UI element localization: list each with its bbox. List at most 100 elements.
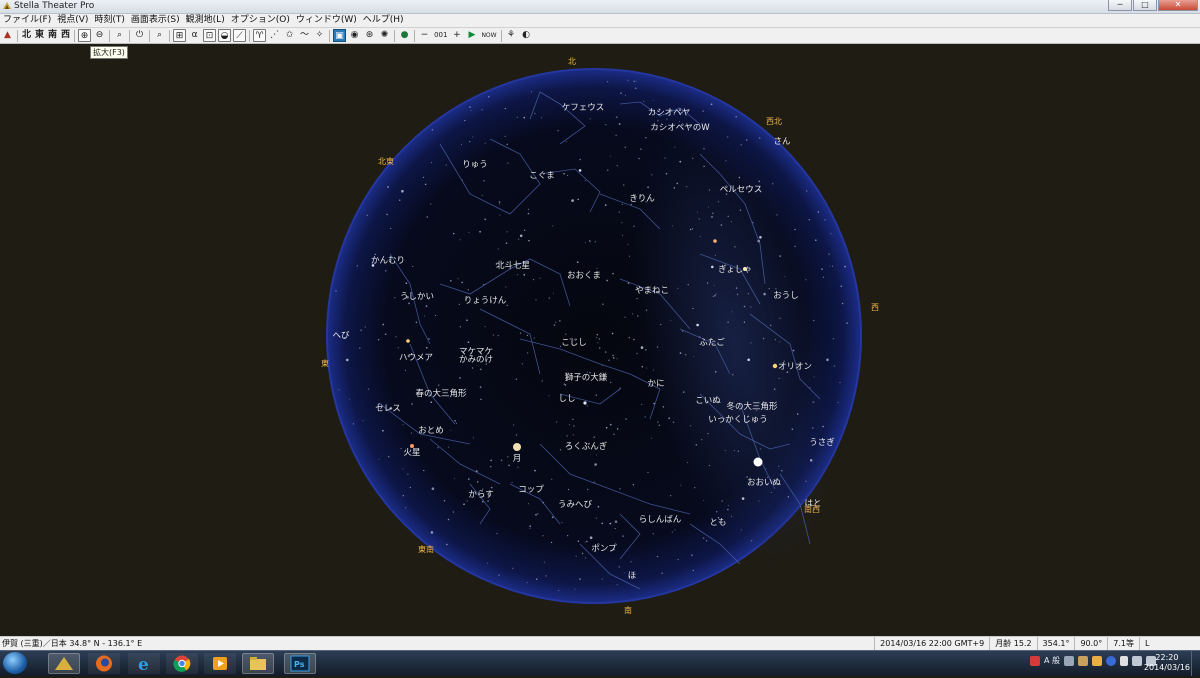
star [605,124,607,126]
deep-sky-icon[interactable]: ⊛ [363,29,376,42]
star [610,155,612,157]
zoom-out-icon[interactable]: ⊖ [93,29,106,42]
milky-way-icon[interactable]: 〜 [298,29,311,42]
star [636,298,638,300]
view-south-button[interactable]: 南 [47,29,58,42]
system-clock[interactable]: 22:20 2014/03/16 [1144,653,1190,673]
tray-app-icon[interactable] [1029,655,1040,666]
star [565,333,567,335]
star [467,341,470,344]
tray-dictionary-icon[interactable] [1092,655,1102,666]
menu-help[interactable]: ヘルプ(H) [360,14,407,27]
tray-network-icon[interactable] [1132,655,1142,666]
star-icon[interactable]: ✩ [283,29,296,42]
view-west-button[interactable]: 西 [60,29,71,42]
constellation-label: ぎょしゃ [718,264,752,275]
power-icon[interactable]: ⏻ [133,29,146,42]
menu-location[interactable]: 観測地(L) [183,14,228,27]
star [759,448,762,450]
compass-direction-label: 南 [624,605,632,615]
star [733,450,735,452]
now-button[interactable]: NOW [480,29,497,42]
menu-window[interactable]: ウィンドウ(W) [293,14,360,27]
ime-indicator[interactable]: A 般 [1044,655,1060,666]
tray-help-icon[interactable] [1106,655,1116,666]
taskbar-chrome[interactable] [166,653,198,674]
star [533,337,535,339]
taskbar-internet-explorer[interactable]: e [128,653,160,675]
menu-time[interactable]: 時刻(T) [91,14,128,27]
constellation-label: からす [468,490,493,500]
view-east-button[interactable]: 東 [34,29,45,42]
step-forward-button[interactable]: + [450,29,463,42]
menu-options[interactable]: オプション(O) [228,14,293,27]
menu-view[interactable]: 視点(V) [54,14,91,27]
close-button[interactable]: ✕ [1158,0,1198,11]
compass-direction-label: 西北 [766,117,782,126]
play-icon[interactable]: ▶ [465,29,478,42]
star [540,116,543,119]
star [579,158,581,161]
start-button[interactable] [3,652,27,674]
menu-display[interactable]: 画面表示(S) [128,14,183,27]
star [459,377,461,379]
observer-icon[interactable]: ▲ [1,29,14,42]
line-icon[interactable]: ⟋ [233,29,247,42]
landscape-icon[interactable]: ▣ [333,29,347,42]
star [367,388,370,390]
moon-phase-icon[interactable]: ◐ [520,29,533,42]
sky-view[interactable]: ケフェウス カシオペヤカシオペヤのW りゅうこぐま さんペルセウスきりんかんむり 北斗七… [0,44,1200,636]
star [486,562,489,564]
taskbar-firefox[interactable] [88,653,120,674]
maximize-button[interactable]: □ [1133,0,1157,11]
earth-icon[interactable]: ● [398,29,411,42]
star [736,293,739,296]
star [573,425,575,427]
toolbar-separator [169,29,171,42]
horizon-icon[interactable]: ◒ [218,29,232,42]
step-back-button[interactable]: − [418,29,431,42]
star [604,204,607,206]
grid-icon[interactable]: ⊡ [203,29,217,42]
search-icon[interactable]: ⌕ [113,29,126,42]
compass-direction-label: 南西 [804,504,820,514]
constellation-lines-icon[interactable]: ⋰ [268,29,281,42]
taskbar-stella-theater[interactable] [48,653,80,674]
star [774,338,777,341]
star [787,496,790,498]
minimize-button[interactable]: ─ [1108,0,1132,11]
find-object-icon[interactable]: ⌕ [153,29,166,42]
star [484,142,486,145]
star [548,395,550,397]
star [679,160,682,163]
tray-settings-icon[interactable] [1064,655,1074,666]
show-desktop-button[interactable] [1191,651,1200,676]
planet-icon[interactable]: ◉ [348,29,361,42]
zoom-in-icon[interactable]: ⊕ [78,29,92,42]
cluster-icon[interactable]: ✺ [378,29,391,42]
constellation-picture-icon[interactable]: ♈ [253,29,267,42]
taskbar-photoshop[interactable]: Ps [284,653,316,674]
alpha-icon[interactable]: α [188,29,201,42]
photoshop-icon: Ps [290,655,310,672]
coordinate-icon[interactable]: ⊞ [173,29,187,42]
constellation-label: いっかくじゅう [708,415,768,425]
star [762,337,765,340]
figure-icon[interactable]: ✧ [313,29,326,42]
taskbar-media-player[interactable] [204,653,236,674]
tray-tools-icon[interactable] [1078,655,1088,666]
star [758,180,761,183]
menu-file[interactable]: ファイル(F) [0,14,54,27]
observation-mode-icon[interactable]: ⚘ [505,29,518,42]
star [778,465,780,467]
taskbar-explorer[interactable] [242,653,274,674]
tray-flag-icon[interactable] [1120,655,1128,666]
star [535,513,537,516]
star [598,347,601,349]
constellation-label: 獅子の大鎌 [565,372,608,383]
compass-direction-label: 北 [568,57,576,66]
star [430,401,433,404]
star [812,401,814,403]
star [446,543,448,546]
view-north-button[interactable]: 北 [21,29,32,42]
